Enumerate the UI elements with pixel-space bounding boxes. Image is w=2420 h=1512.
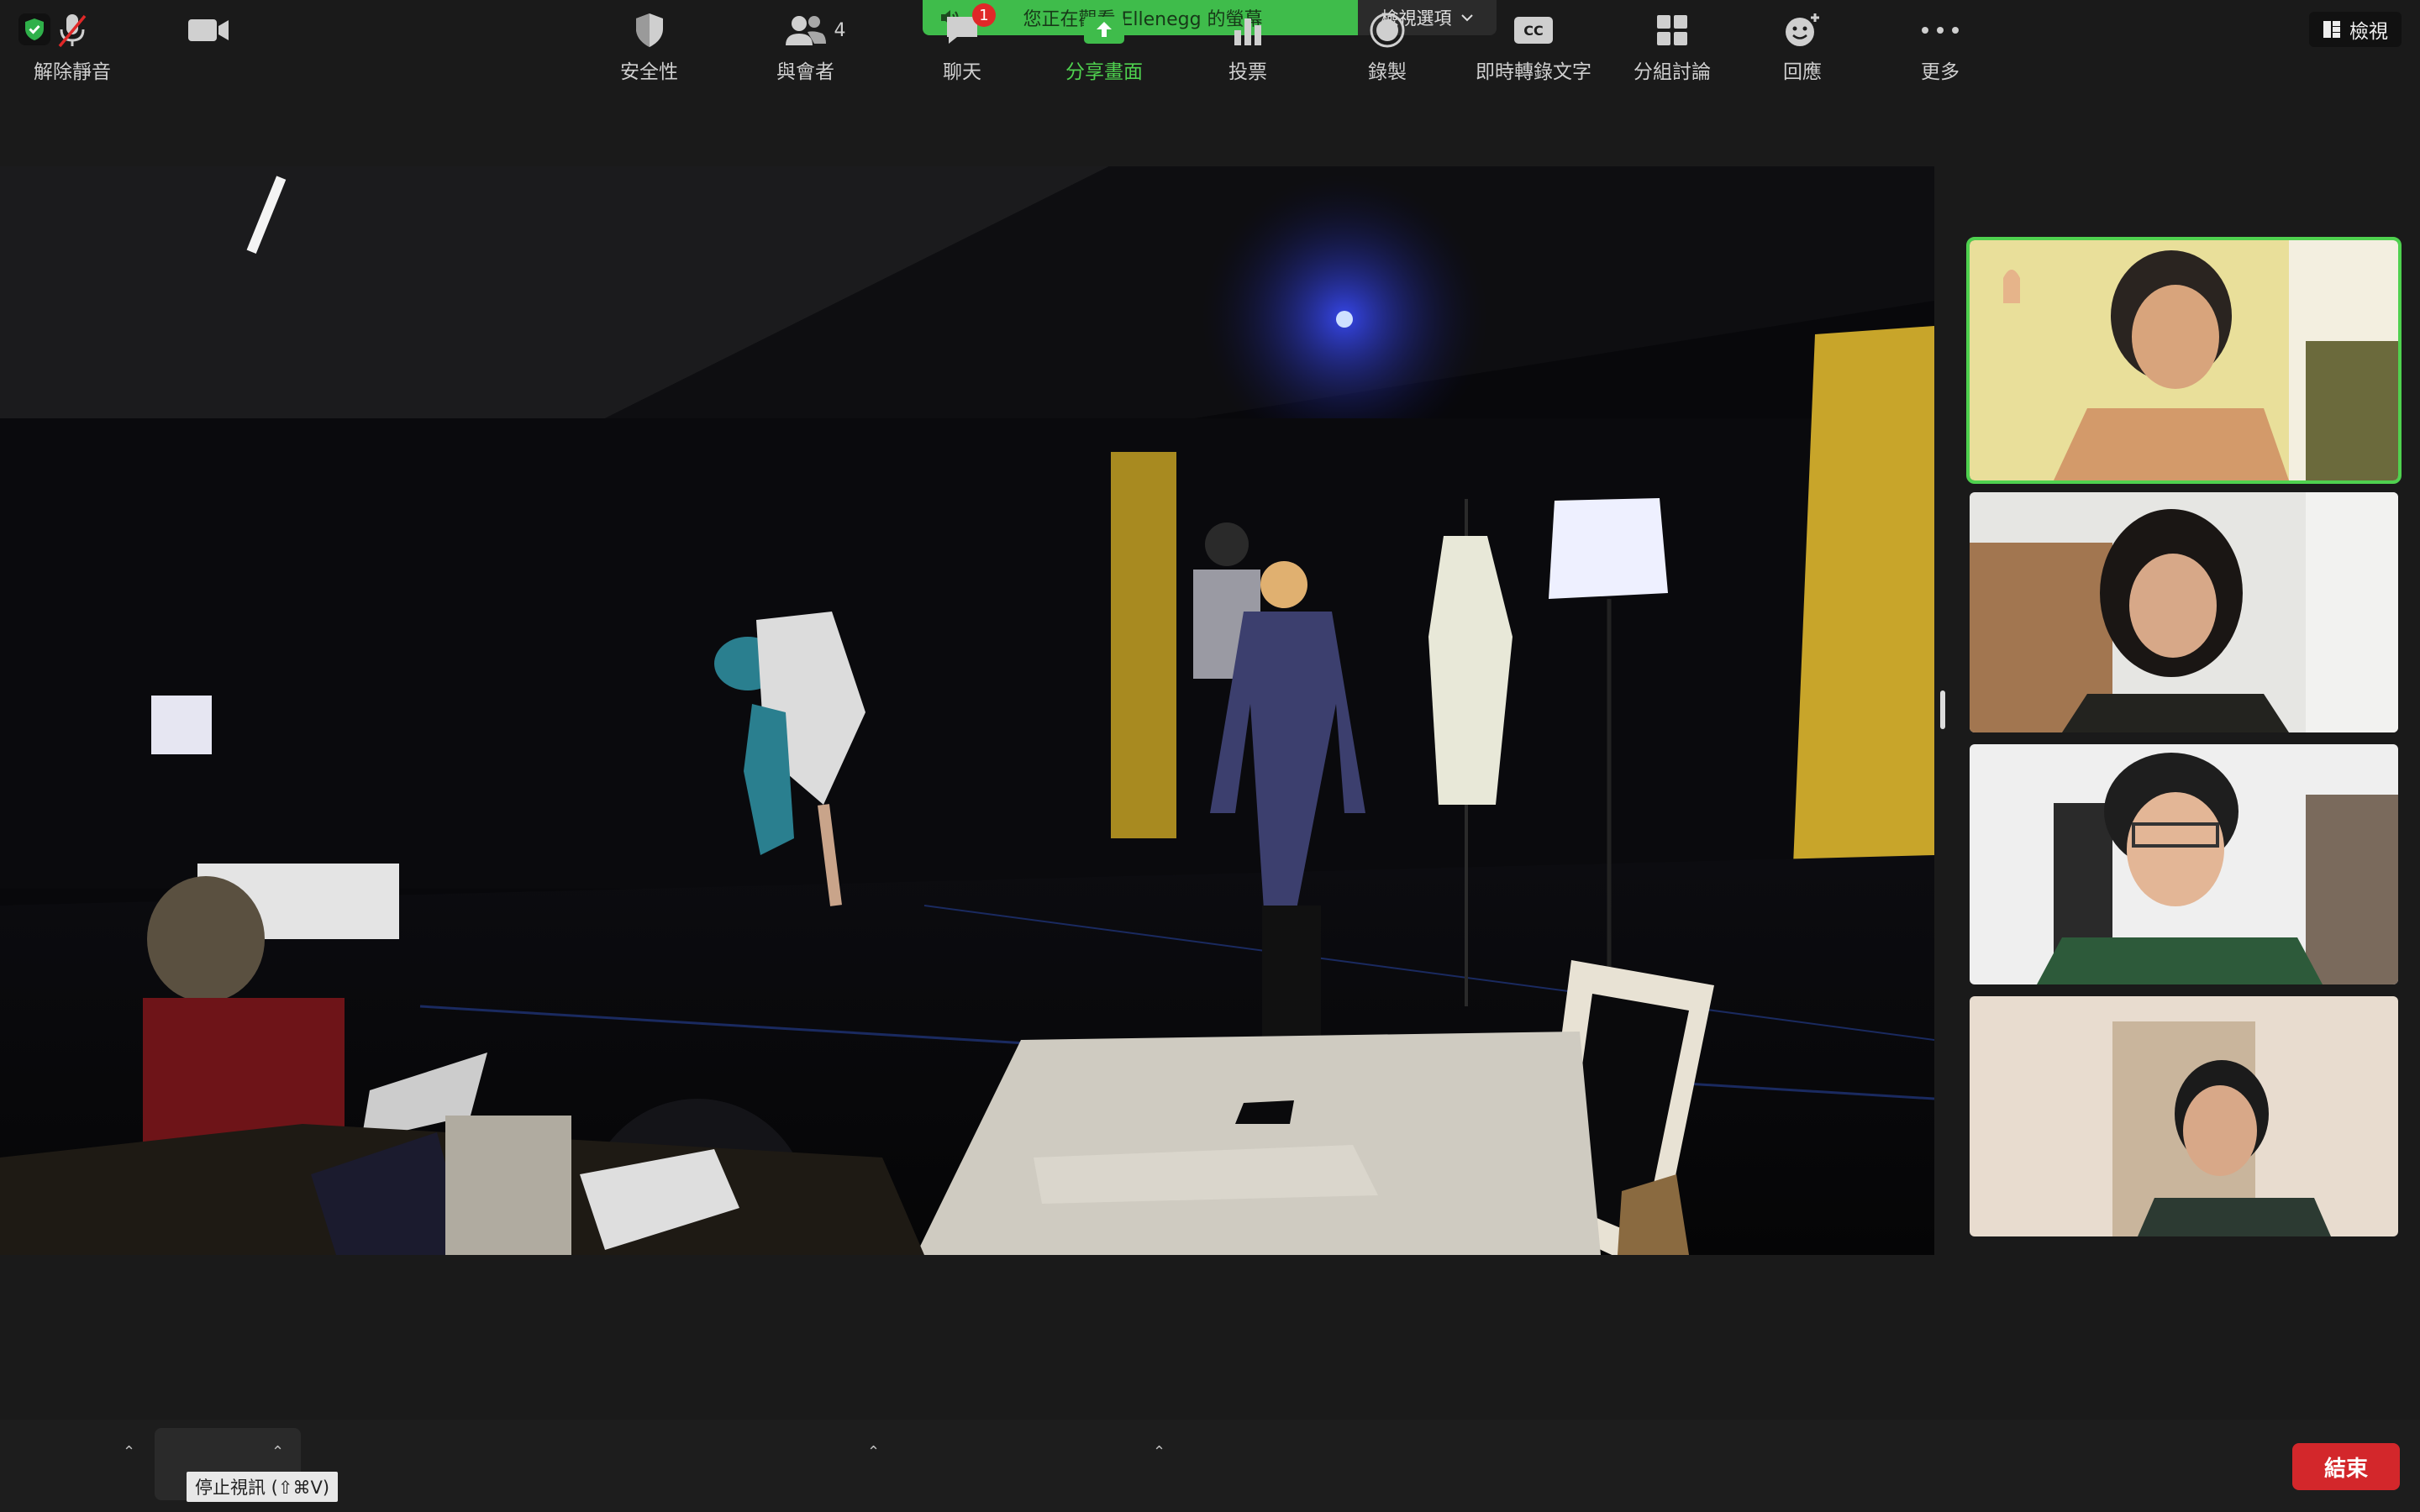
live-transcript-label: 即時轉錄文字 <box>1476 61 1591 83</box>
participant-video-3 <box>1970 744 2398 984</box>
stop-video-button[interactable] <box>187 10 230 50</box>
screen-share-banner: 您正在觀看 Ellenegg 的螢幕 檢視選項 <box>923 0 1497 35</box>
bar-chart-icon <box>1231 10 1265 50</box>
chat-button[interactable]: 1 聊天 <box>943 3 996 84</box>
muted-mic-icon <box>53 10 92 50</box>
video-options-caret[interactable]: ⌃ <box>271 1443 284 1461</box>
closed-captions-icon: CC <box>1514 10 1553 50</box>
participant-tile-2[interactable] <box>1970 492 2398 732</box>
reactions-button[interactable]: 回應 <box>1783 10 1822 84</box>
record-button[interactable]: 錄製 <box>1368 10 1407 84</box>
audio-options-caret[interactable]: ⌃ <box>123 1443 135 1461</box>
shield-icon <box>633 10 666 50</box>
breakout-rooms-button[interactable]: 分組討論 <box>1634 10 1711 84</box>
stage-rehearsal-image <box>0 166 1934 1255</box>
security-label: 安全性 <box>620 61 678 83</box>
more-button[interactable]: 更多 <box>1921 10 1960 84</box>
chat-bubble-icon: 1 <box>944 3 996 50</box>
unmute-label: 解除靜音 <box>34 61 111 83</box>
shared-screen-view <box>0 166 1934 1255</box>
share-screen-icon <box>1083 10 1125 50</box>
live-transcript-button[interactable]: CC 即時轉錄文字 <box>1476 10 1591 84</box>
participants-count: 4 <box>834 20 846 41</box>
share-screen-label: 分享畫面 <box>1065 61 1143 83</box>
participant-video-2 <box>1970 492 2398 732</box>
view-button-label: 檢視 <box>2349 21 2388 43</box>
polls-button[interactable]: 投票 <box>1228 10 1267 84</box>
polls-label: 投票 <box>1228 61 1267 83</box>
end-meeting-button[interactable]: 結束 <box>2292 1443 2400 1490</box>
participant-tile-1[interactable] <box>1966 237 2402 484</box>
chat-label: 聊天 <box>943 61 981 83</box>
participants-button[interactable]: 4 與會者 <box>776 10 846 84</box>
unmute-button[interactable]: 解除靜音 <box>34 10 111 84</box>
reactions-label: 回應 <box>1783 61 1822 83</box>
participants-options-caret[interactable]: ⌃ <box>867 1443 880 1461</box>
record-label: 錄製 <box>1368 61 1407 83</box>
security-button[interactable]: 安全性 <box>620 10 678 84</box>
participant-tile-4[interactable] <box>1970 996 2398 1236</box>
more-label: 更多 <box>1921 61 1960 83</box>
participant-video-1 <box>1970 240 2398 480</box>
breakout-rooms-label: 分組討論 <box>1634 61 1711 83</box>
share-screen-button[interactable]: 分享畫面 <box>1065 10 1143 84</box>
breakout-grid-icon <box>1655 10 1689 50</box>
panel-resize-handle[interactable] <box>1940 690 1945 729</box>
chevron-down-icon <box>1460 14 1473 22</box>
layout-icon <box>2323 21 2340 38</box>
share-options-caret[interactable]: ⌃ <box>1153 1443 1165 1461</box>
more-dots-icon <box>1921 10 1960 50</box>
participant-video-4 <box>1970 996 2398 1236</box>
participants-icon: 4 <box>782 10 846 50</box>
participant-tile-3[interactable] <box>1970 744 2398 984</box>
video-camera-icon <box>187 10 230 50</box>
stop-video-tooltip: 停止視訊 (⇧⌘V) <box>187 1472 339 1502</box>
emoji-add-icon <box>1783 10 1822 50</box>
meeting-toolbar <box>0 1420 2420 1512</box>
participants-label: 與會者 <box>776 61 834 83</box>
share-banner-text: 您正在觀看 Ellenegg 的螢幕 <box>1023 9 1263 30</box>
chat-unread-badge: 1 <box>972 3 996 27</box>
view-button[interactable]: 檢視 <box>2309 12 2402 47</box>
captions-icon-text: CC <box>1514 17 1553 44</box>
record-icon <box>1369 10 1406 50</box>
